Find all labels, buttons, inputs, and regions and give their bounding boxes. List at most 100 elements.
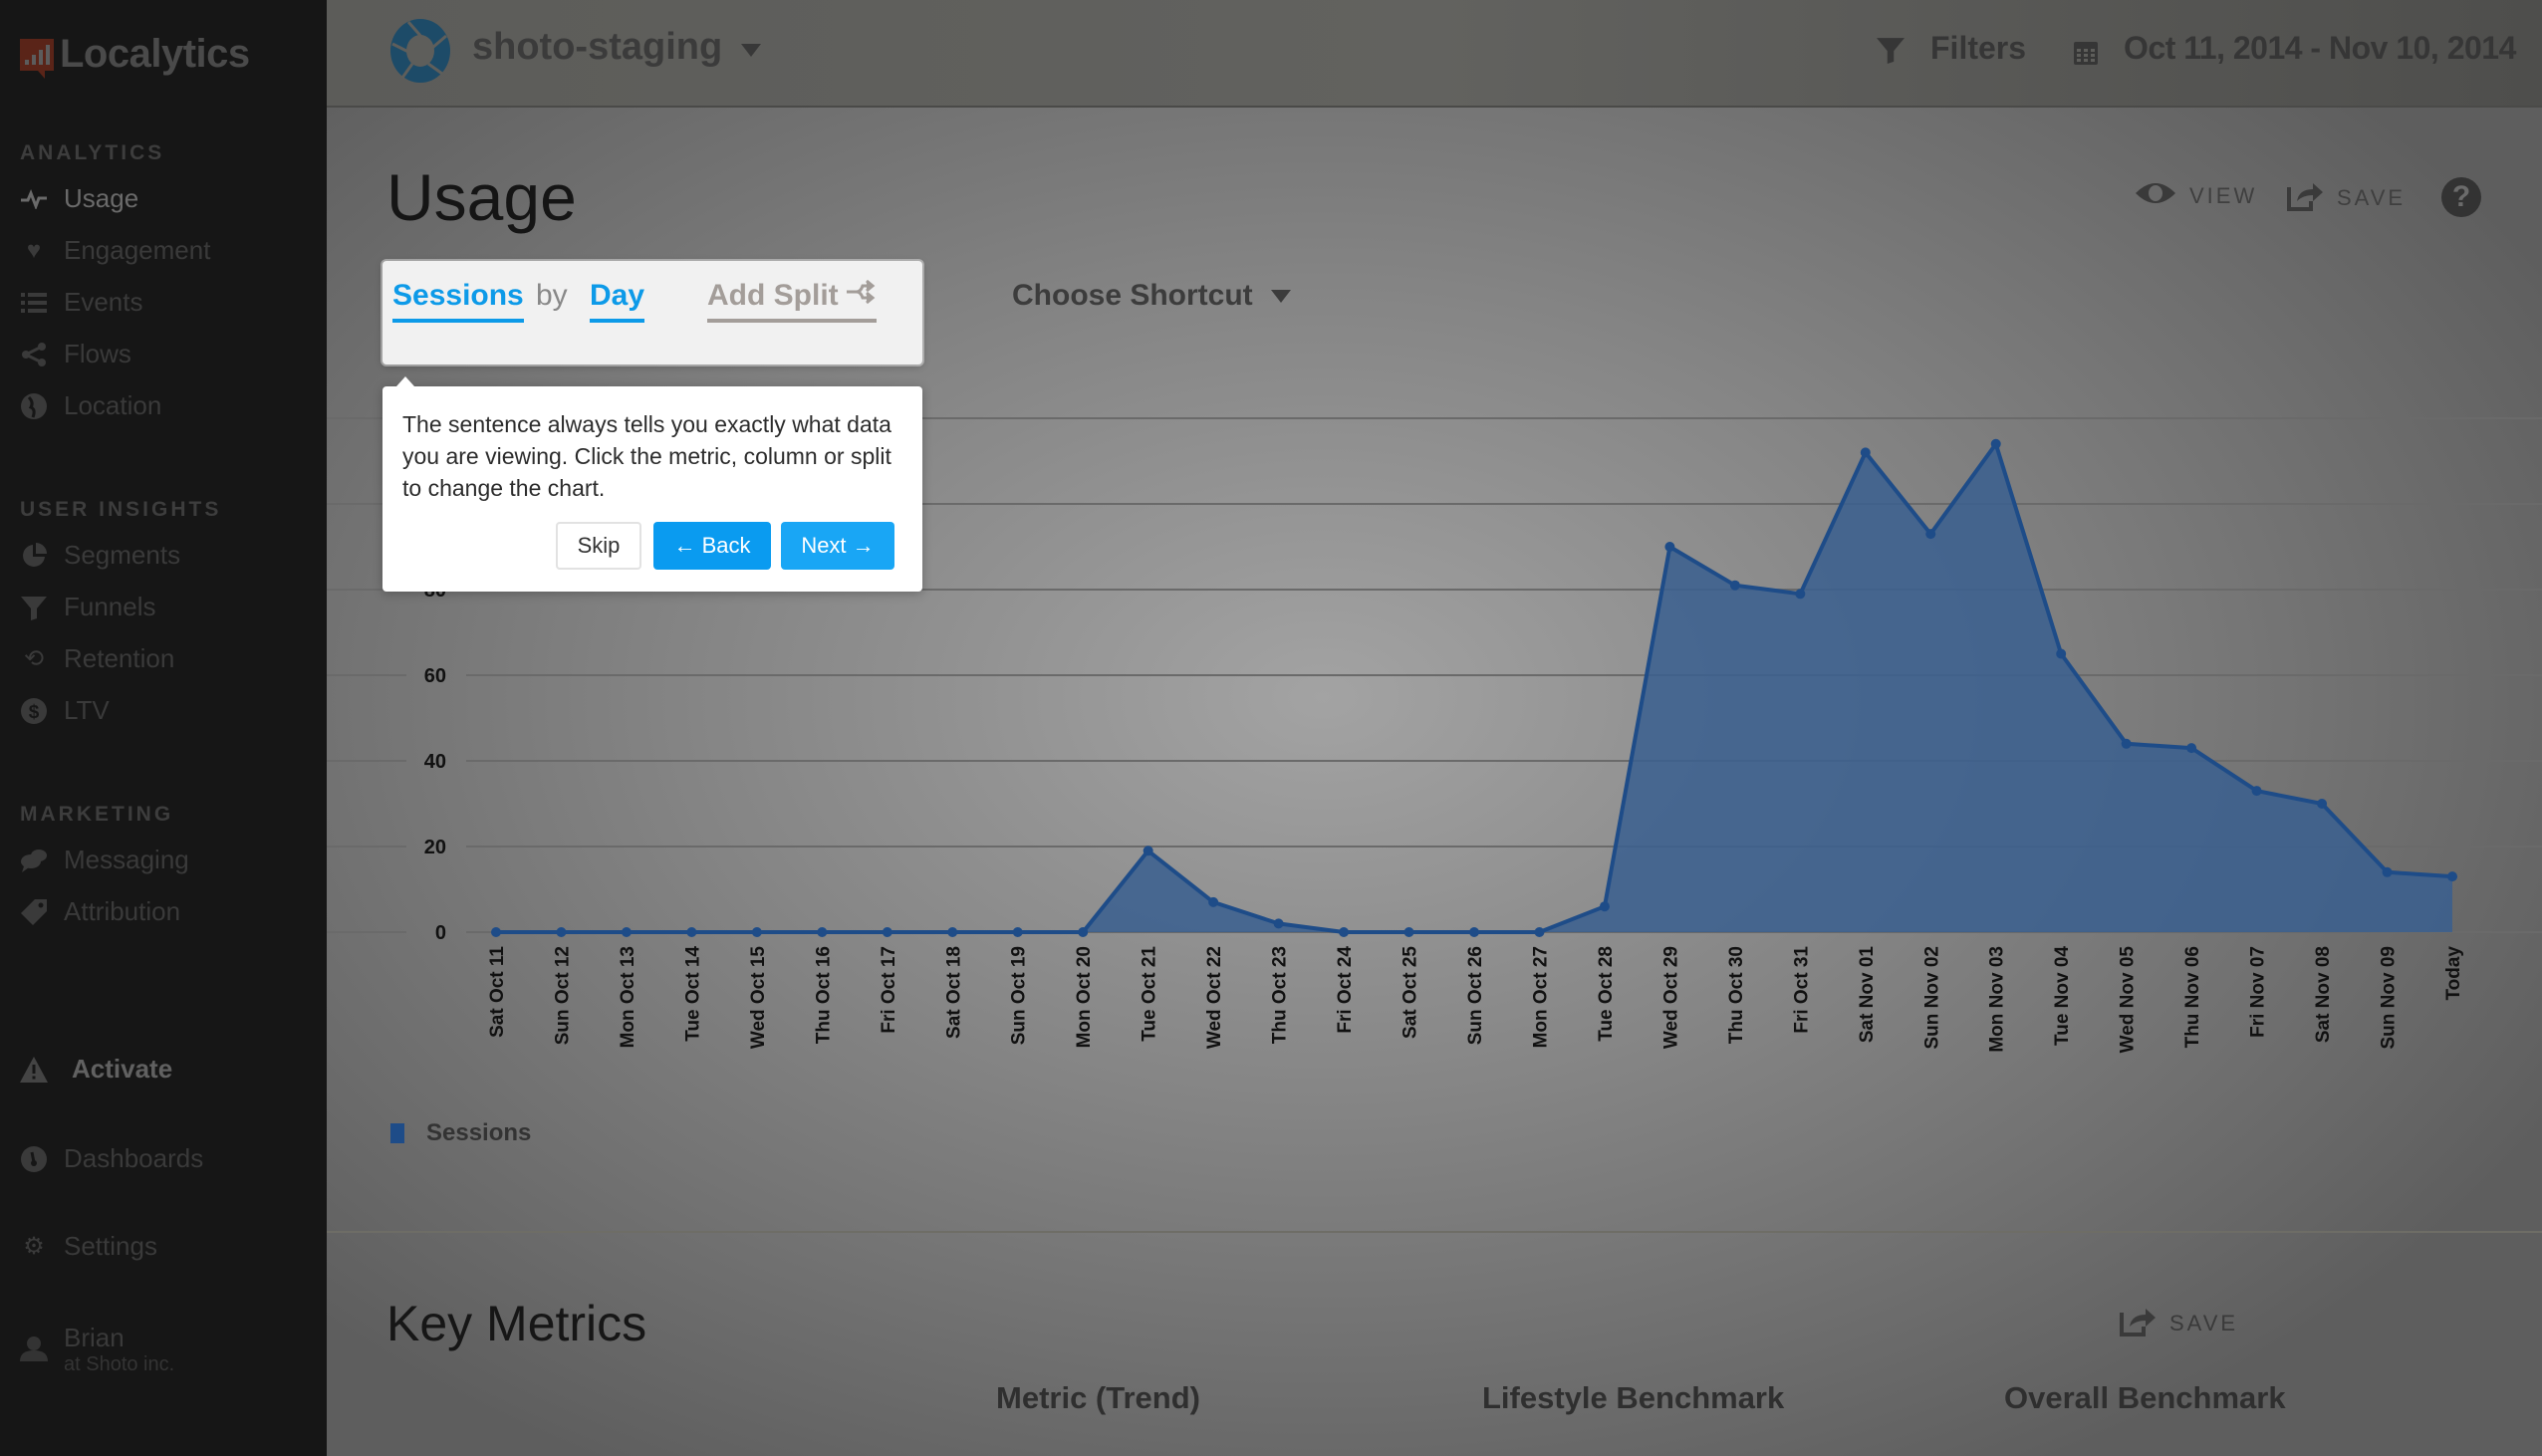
localytics-logo[interactable]: Localytics: [20, 32, 250, 79]
sidebar-item-events[interactable]: Events: [20, 287, 143, 318]
data-point[interactable]: [1012, 927, 1023, 937]
sidebar-item-retention[interactable]: ⟲ Retention: [20, 643, 174, 674]
sidebar: Localytics ANALYTICS Usage ♥ Engagement …: [0, 0, 327, 1456]
data-point[interactable]: [621, 927, 632, 937]
data-point[interactable]: [491, 927, 501, 937]
data-point[interactable]: [556, 927, 567, 937]
x-tick-label: Sat Nov 08: [2313, 946, 2334, 1043]
sidebar-item-funnels[interactable]: Funnels: [20, 592, 156, 622]
dollar-circle-icon: $: [20, 697, 48, 725]
data-point[interactable]: [1795, 589, 1806, 600]
pie-chart-icon: [20, 542, 48, 570]
data-point[interactable]: [2447, 871, 2457, 882]
save-button[interactable]: SAVE: [2287, 179, 2406, 217]
data-point[interactable]: [1599, 901, 1610, 912]
sidebar-item-engagement[interactable]: ♥ Engagement: [20, 235, 211, 266]
column-header-metric-trend[interactable]: Metric (Trend): [996, 1380, 1200, 1416]
sidebar-item-label: Segments: [64, 540, 181, 570]
data-point[interactable]: [1273, 918, 1284, 929]
query-sentence: Sessions by Day Add Split: [382, 261, 922, 364]
data-point[interactable]: [2251, 786, 2262, 797]
data-point[interactable]: [2382, 866, 2393, 877]
sidebar-item-flows[interactable]: Flows: [20, 339, 131, 369]
next-button[interactable]: Next →: [781, 522, 894, 570]
pulse-icon: [20, 185, 48, 213]
eye-icon: [2136, 179, 2175, 213]
x-tick-label: Sun Oct 19: [1009, 946, 1030, 1045]
filters-button[interactable]: Filters: [1877, 30, 2026, 67]
app-selector[interactable]: shoto-staging: [472, 26, 722, 69]
split-arrows-icon: [846, 279, 877, 313]
add-split-button[interactable]: Add Split: [707, 279, 877, 323]
y-tick-label: 40: [424, 751, 446, 773]
data-point[interactable]: [2056, 648, 2067, 659]
key-metrics-save-label: SAVE: [2169, 1311, 2239, 1335]
data-point[interactable]: [817, 927, 828, 937]
logo-bars-icon: [20, 38, 54, 79]
date-range-label: Oct 11, 2014 - Nov 10, 2014: [2124, 30, 2516, 66]
view-label: VIEW: [2189, 183, 2258, 208]
sidebar-item-dashboards[interactable]: Dashboards: [20, 1143, 203, 1174]
sidebar-item-usage[interactable]: Usage: [20, 183, 138, 214]
column-selector[interactable]: Day: [590, 279, 645, 323]
skip-button[interactable]: Skip: [556, 522, 641, 570]
user-org: at Shoto inc.: [64, 1353, 175, 1375]
key-metrics-title: Key Metrics: [386, 1296, 647, 1351]
section-analytics: ANALYTICS: [20, 141, 165, 164]
sidebar-item-location[interactable]: Location: [20, 390, 161, 421]
sidebar-item-settings[interactable]: ⚙ Settings: [20, 1231, 157, 1262]
list-icon: [20, 289, 48, 317]
date-range-picker[interactable]: Oct 11, 2014 - Nov 10, 2014: [2074, 30, 2516, 67]
heart-icon: ♥: [26, 236, 42, 264]
metric-selector[interactable]: Sessions: [392, 279, 524, 323]
data-point[interactable]: [1403, 927, 1414, 937]
data-point[interactable]: [686, 927, 697, 937]
view-button[interactable]: VIEW: [2136, 179, 2257, 213]
gear-icon: ⚙: [23, 1233, 45, 1260]
back-button[interactable]: ← Back: [653, 522, 771, 570]
data-point[interactable]: [1339, 927, 1350, 937]
data-point[interactable]: [1925, 529, 1936, 540]
help-icon[interactable]: ?: [2441, 177, 2481, 217]
data-point[interactable]: [1208, 896, 1219, 907]
column-header-lifestyle-benchmark[interactable]: Lifestyle Benchmark: [1482, 1380, 1784, 1416]
x-tick-label: Sun Oct 26: [1465, 946, 1486, 1045]
data-point[interactable]: [1860, 447, 1871, 458]
chart-legend[interactable]: Sessions: [390, 1119, 531, 1147]
sidebar-item-attribution[interactable]: Attribution: [20, 896, 180, 927]
data-point[interactable]: [2121, 738, 2132, 749]
legend-swatch-sessions: [390, 1123, 404, 1143]
data-point[interactable]: [1534, 927, 1545, 937]
sidebar-item-ltv[interactable]: $ LTV: [20, 695, 110, 726]
sidebar-item-label: Events: [64, 287, 143, 317]
data-point[interactable]: [1469, 927, 1479, 937]
data-point[interactable]: [751, 927, 762, 937]
data-point[interactable]: [947, 927, 958, 937]
tour-popover: The sentence always tells you exactly wh…: [382, 376, 922, 592]
user-profile[interactable]: Brian at Shoto inc.: [20, 1323, 174, 1376]
key-metrics-save-button[interactable]: SAVE: [2120, 1305, 2238, 1342]
column-header-overall-benchmark[interactable]: Overall Benchmark: [2004, 1380, 2286, 1416]
x-tick-label: Thu Oct 23: [1270, 946, 1291, 1044]
data-point[interactable]: [1664, 542, 1675, 552]
data-point[interactable]: [2317, 799, 2328, 809]
data-point[interactable]: [2186, 743, 2197, 754]
x-tick-label: Thu Oct 16: [813, 946, 834, 1044]
data-point[interactable]: [882, 927, 892, 937]
choose-shortcut-label: Choose Shortcut: [1012, 279, 1253, 312]
share-export-icon: [2120, 1305, 2156, 1342]
data-point[interactable]: [1143, 846, 1153, 856]
section-marketing: MARKETING: [20, 803, 174, 826]
choose-shortcut-dropdown[interactable]: Choose Shortcut: [1012, 279, 1291, 313]
data-point[interactable]: [1990, 438, 2001, 449]
sidebar-item-segments[interactable]: Segments: [20, 540, 180, 571]
data-point[interactable]: [1078, 927, 1089, 937]
filters-label: Filters: [1930, 30, 2027, 66]
sidebar-item-label: Activate: [72, 1054, 173, 1084]
app-selector-caret-icon[interactable]: [741, 44, 761, 57]
sidebar-item-activate[interactable]: Activate: [20, 1054, 172, 1085]
data-point[interactable]: [1729, 580, 1740, 591]
section-divider: [327, 1231, 2542, 1233]
sidebar-item-messaging[interactable]: Messaging: [20, 845, 189, 875]
chevron-down-icon: [1270, 289, 1291, 303]
